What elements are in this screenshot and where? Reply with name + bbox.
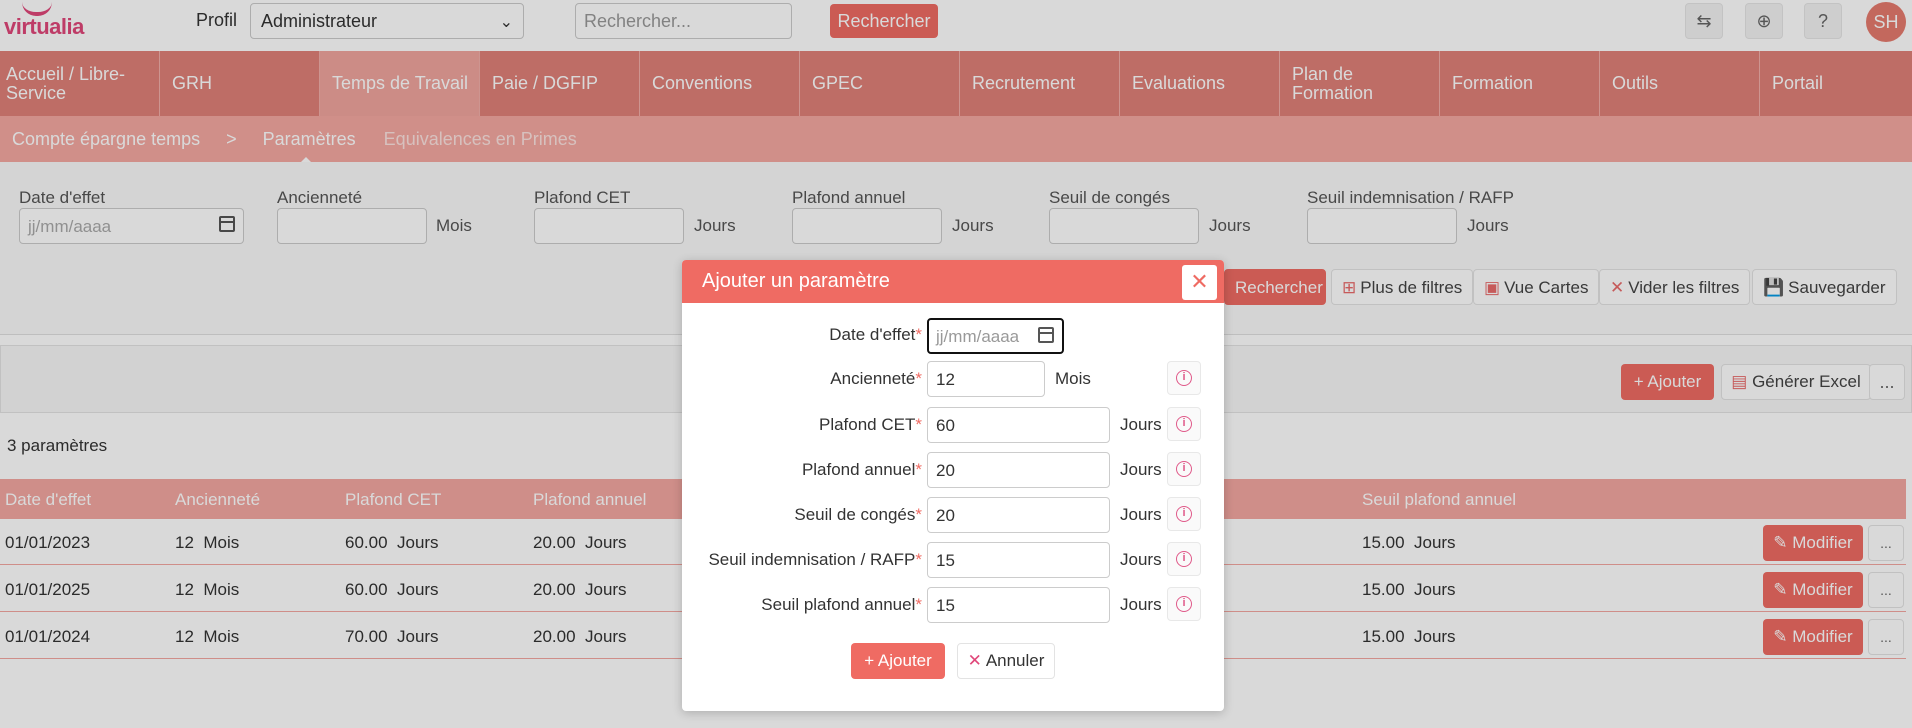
required-mark: * bbox=[915, 460, 922, 479]
field-label: Plafond annuel* bbox=[802, 460, 922, 480]
required-mark: * bbox=[915, 595, 922, 614]
field-label-text: Plafond CET bbox=[818, 415, 916, 434]
anciennete-input[interactable]: 12 bbox=[927, 361, 1045, 397]
seuil-indemnisation-input[interactable]: 15 bbox=[927, 542, 1110, 578]
plus-icon: + bbox=[864, 651, 878, 670]
info-icon: i bbox=[1176, 506, 1192, 522]
field-label: Seuil indemnisation / RAFP* bbox=[708, 550, 922, 570]
plafond-annuel-input[interactable]: 20 bbox=[927, 452, 1110, 488]
dialog-add-button[interactable]: + Ajouter bbox=[851, 643, 945, 679]
required-mark: * bbox=[915, 325, 922, 344]
close-icon: ✕ bbox=[967, 651, 982, 670]
anciennete-unit: Mois bbox=[1055, 369, 1091, 388]
seuil-plafond-annuel-unit: Jours bbox=[1120, 595, 1162, 614]
date-effet-placeholder: jj/mm/aaaa bbox=[936, 327, 1020, 346]
field-label: Plafond CET* bbox=[819, 415, 922, 435]
dialog-cancel-label: Annuler bbox=[985, 651, 1045, 670]
info-icon: i bbox=[1176, 461, 1192, 477]
info-button[interactable]: i bbox=[1167, 587, 1201, 621]
field-label-text: Seuil plafond annuel bbox=[761, 595, 916, 614]
calendar-icon[interactable] bbox=[1038, 327, 1054, 343]
info-button[interactable]: i bbox=[1167, 407, 1201, 441]
field-label: Date d'effet* bbox=[829, 325, 922, 345]
field-label-text: Ancienneté bbox=[830, 369, 916, 388]
required-mark: * bbox=[915, 415, 922, 434]
info-button[interactable]: i bbox=[1167, 452, 1201, 486]
required-mark: * bbox=[915, 550, 922, 569]
info-button[interactable]: i bbox=[1167, 542, 1201, 576]
seuil-indemnisation-unit: Jours bbox=[1120, 550, 1162, 569]
field-label-text: Date d'effet bbox=[829, 325, 916, 344]
date-effet-input[interactable]: jj/mm/aaaa bbox=[927, 318, 1064, 354]
seuil-conges-unit: Jours bbox=[1120, 505, 1162, 524]
dialog-header: Ajouter un paramètre ✕ bbox=[682, 260, 1224, 303]
field-label: Seuil plafond annuel* bbox=[761, 595, 922, 615]
seuil-conges-input[interactable]: 20 bbox=[927, 497, 1110, 533]
info-button[interactable]: i bbox=[1167, 361, 1201, 395]
info-icon: i bbox=[1176, 551, 1192, 567]
seuil-plafond-annuel-input[interactable]: 15 bbox=[927, 587, 1110, 623]
dialog-title: Ajouter un paramètre bbox=[702, 270, 890, 292]
field-label: Ancienneté* bbox=[830, 369, 922, 389]
info-icon: i bbox=[1176, 416, 1192, 432]
field-label: Seuil de congés* bbox=[794, 505, 922, 525]
close-icon[interactable]: ✕ bbox=[1182, 265, 1217, 300]
dialog-cancel-button[interactable]: ✕ Annuler bbox=[957, 643, 1055, 679]
required-mark: * bbox=[915, 505, 922, 524]
plafond-annuel-unit: Jours bbox=[1120, 460, 1162, 479]
field-label-text: Seuil indemnisation / RAFP bbox=[708, 550, 916, 569]
info-button[interactable]: i bbox=[1167, 497, 1201, 531]
field-label-text: Seuil de congés bbox=[794, 505, 916, 524]
field-label-text: Plafond annuel bbox=[801, 460, 916, 479]
plafond-cet-unit: Jours bbox=[1120, 415, 1162, 434]
add-parameter-dialog: Ajouter un paramètre ✕ Date d'effet* jj/… bbox=[682, 260, 1224, 711]
plafond-cet-input[interactable]: 60 bbox=[927, 407, 1110, 443]
required-mark: * bbox=[915, 369, 922, 388]
dialog-add-label: Ajouter bbox=[877, 651, 932, 670]
info-icon: i bbox=[1176, 370, 1192, 386]
info-icon: i bbox=[1176, 596, 1192, 612]
